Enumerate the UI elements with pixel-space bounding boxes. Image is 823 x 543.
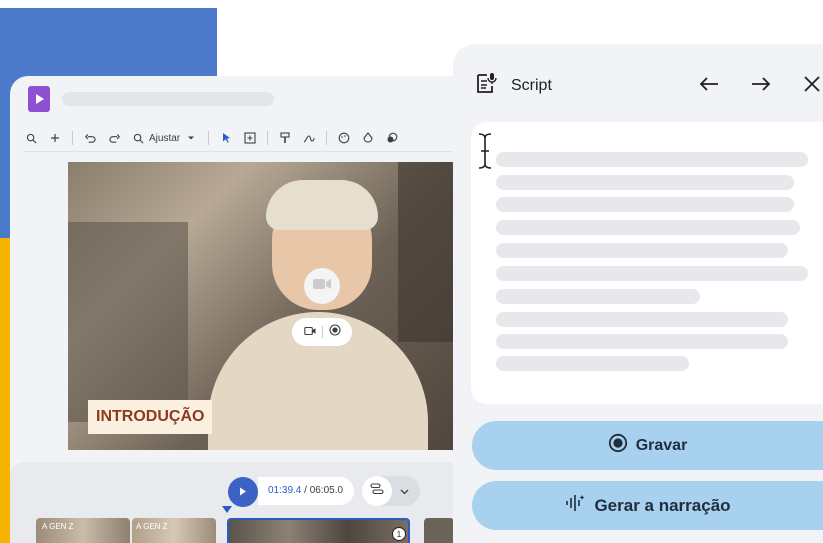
record-icon [608,433,628,458]
record-button-label: Gravar [635,436,688,454]
pointer-icon[interactable] [219,131,233,145]
layout-icon [370,482,384,500]
playback-time: 01:39.4 / 06:05.0 [258,477,354,505]
camera-preview-button[interactable] [304,268,340,304]
current-time: 01:39.4 [268,485,302,496]
script-text-line [496,289,700,304]
zoom-out-icon[interactable] [24,131,38,145]
timeline-clip[interactable]: A GEN Z [36,518,130,543]
video-preview[interactable]: INTRODUÇÃO [68,162,510,450]
script-text-line [496,152,808,167]
clip-label: A GEN Z [136,522,168,531]
playhead-marker[interactable] [222,506,232,513]
timeline-clip[interactable] [424,518,454,543]
script-panel-title: Script [511,77,552,94]
play-icon [239,483,247,501]
presenter-hair [266,180,378,230]
camera-toggle-icon[interactable] [303,323,316,341]
toolbar-divider [72,131,73,145]
shapes-icon[interactable] [385,131,399,145]
script-text-line [496,356,689,371]
play-button[interactable] [228,477,258,507]
recording-controls [292,318,352,346]
video-camera-icon [312,277,332,296]
redo-icon[interactable] [107,131,121,145]
palette-icon[interactable] [337,131,351,145]
layout-selector[interactable] [362,476,420,506]
script-text-line [496,312,788,327]
script-text-line [496,334,788,349]
ink-icon[interactable] [302,131,316,145]
clip-count-badge: 1 [392,527,406,541]
editor-toolbar: Ajustar [24,125,504,152]
paint-format-icon[interactable] [278,131,292,145]
app-logo [28,86,50,112]
script-icon [474,72,498,101]
add-box-icon[interactable] [243,131,257,145]
dropdown-icon[interactable] [184,131,198,145]
record-button[interactable]: Gravar [472,421,823,470]
arrow-forward-icon[interactable] [750,73,772,100]
toolbar-divider [267,131,269,145]
fill-icon[interactable] [361,131,375,145]
document-title-placeholder [62,92,274,106]
script-text-line [496,197,794,212]
close-icon[interactable] [801,73,823,100]
pill-divider [321,326,323,338]
toolbar-divider [326,131,328,145]
total-time: / 06:05.0 [304,485,344,496]
audio-spark-icon [564,493,586,518]
script-text-line [496,175,794,190]
toolbar-divider [208,131,210,145]
text-cursor-icon [476,132,494,175]
yellow-accent-stripe [0,188,10,543]
zoom-fit-icon[interactable] [131,131,145,145]
chevron-down-icon[interactable] [400,482,409,500]
intro-title-overlay[interactable]: INTRODUÇÃO [88,400,213,434]
clip-label: A GEN Z [42,522,74,531]
zoom-in-icon[interactable] [48,131,62,145]
background-shelf [68,222,188,422]
generate-narration-label: Gerar a narração [594,495,731,515]
script-text-line [496,220,800,235]
generate-narration-button[interactable]: Gerar a narração [472,481,823,530]
script-text-line [496,243,788,258]
arrow-back-icon[interactable] [698,73,720,100]
undo-icon[interactable] [83,131,97,145]
script-text-line [496,266,808,281]
record-icon[interactable] [328,323,341,341]
zoom-level-select[interactable]: Ajustar [149,133,180,144]
timeline-clip[interactable]: A GEN Z [132,518,216,543]
layout-button[interactable] [362,476,392,506]
timeline-clip-selected[interactable] [227,518,410,543]
